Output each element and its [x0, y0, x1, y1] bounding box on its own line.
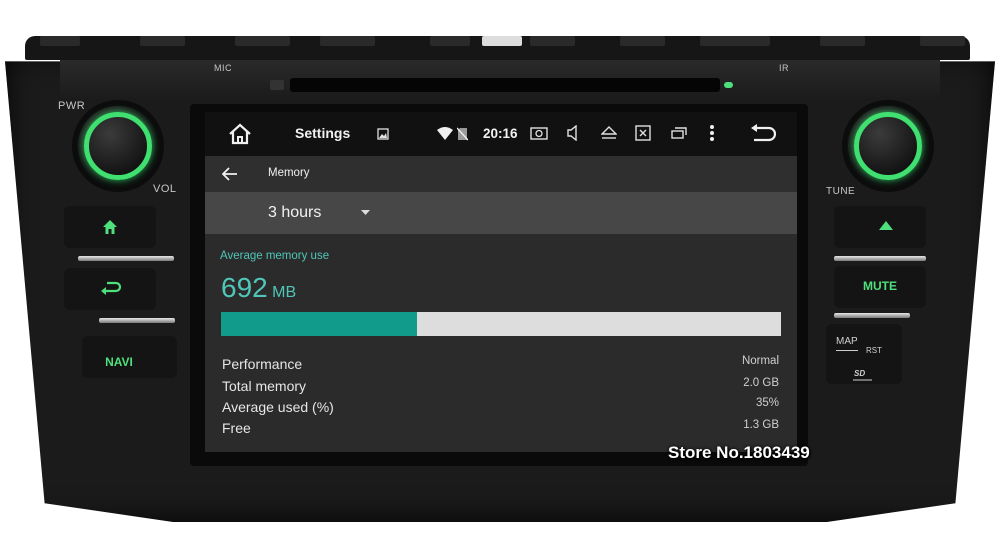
mute-label: MUTE — [863, 279, 897, 293]
top-clip — [430, 36, 470, 46]
top-clip — [320, 36, 375, 46]
top-clip — [620, 36, 665, 46]
top-clip — [820, 36, 865, 46]
row-value-average-used: 35% — [755, 397, 779, 409]
top-clip — [530, 36, 575, 46]
pwr-label: PWR — [58, 100, 86, 112]
hw-divider — [99, 318, 175, 323]
row-value-total-memory: 2.0 GB — [743, 377, 779, 389]
hw-mute-button[interactable]: MUTE — [834, 266, 926, 308]
memory-value: 692 MB — [221, 272, 296, 304]
row-label-performance: Performance — [222, 356, 303, 372]
memory-usage-bar — [221, 312, 781, 336]
top-clip — [235, 36, 290, 46]
hw-navi-button[interactable]: NAVI — [82, 336, 177, 378]
ir-led — [724, 82, 733, 88]
rst-label: RST — [866, 346, 882, 355]
top-clip — [700, 36, 770, 46]
wifi-icon — [437, 127, 453, 140]
memory-number: 692 — [221, 272, 268, 303]
row-label-average-used: Average used (%) — [222, 399, 334, 415]
top-clip — [40, 36, 80, 46]
row-label-free: Free — [222, 420, 251, 436]
time-range-spinner[interactable]: 3 hours — [205, 192, 797, 234]
sd-card-icon: SD — [853, 369, 872, 381]
page-title: Memory — [268, 167, 310, 179]
store-watermark: Store No.1803439 — [668, 443, 810, 462]
back-arrow-icon[interactable] — [222, 167, 238, 181]
map-underline — [836, 350, 858, 351]
top-clip — [920, 36, 965, 46]
volume-knob-ring — [84, 112, 152, 180]
recent-apps-icon[interactable] — [671, 127, 687, 139]
section-title: Average memory use — [220, 250, 330, 262]
map-label: MAP — [836, 336, 858, 347]
home-icon[interactable] — [227, 123, 253, 145]
hw-divider — [834, 313, 910, 318]
ir-label: IR — [779, 63, 789, 73]
row-value-free: 1.3 GB — [743, 419, 779, 431]
dropdown-arrow-icon — [361, 210, 370, 215]
android-screen: Settings 20:16 Memory 3 hours Average me… — [205, 112, 797, 452]
disc-slot[interactable] — [290, 78, 720, 92]
spinner-selected: 3 hours — [268, 204, 322, 221]
mic-hole — [270, 80, 284, 90]
eject-icon[interactable] — [601, 126, 617, 140]
status-title: Settings — [295, 125, 351, 141]
vol-label: VOL — [153, 183, 177, 195]
hw-home-button[interactable] — [64, 206, 156, 248]
row-value-performance: Normal — [741, 355, 779, 367]
status-bar: Settings 20:16 — [205, 112, 797, 156]
tune-knob-ring — [854, 112, 922, 180]
hw-eject-button[interactable] — [834, 206, 926, 248]
svg-text:SD: SD — [854, 369, 865, 378]
hw-divider — [78, 256, 174, 261]
memory-unit: MB — [272, 284, 297, 301]
status-time: 20:16 — [483, 126, 518, 141]
image-icon — [377, 128, 389, 140]
top-clip — [482, 36, 522, 46]
close-window-icon[interactable] — [635, 125, 651, 141]
memory-usage-fill — [221, 312, 417, 336]
back-arrow-icon — [101, 281, 122, 295]
memory-content: Average memory use 692 MB Performance No… — [205, 234, 797, 452]
sd-card-slot[interactable]: SD — [852, 368, 874, 389]
eject-icon — [879, 221, 893, 230]
back-icon[interactable] — [750, 124, 776, 144]
no-sim-icon — [457, 127, 468, 141]
overflow-menu-icon[interactable] — [709, 124, 715, 142]
app-bar: Memory — [205, 156, 797, 192]
screenshot-icon[interactable] — [530, 126, 548, 140]
tune-knob[interactable] — [848, 106, 928, 186]
top-clip — [140, 36, 185, 46]
volume-icon[interactable] — [567, 125, 581, 141]
hw-back-button[interactable] — [64, 268, 156, 310]
tune-label: TUNE — [826, 186, 856, 197]
row-label-total-memory: Total memory — [222, 378, 307, 394]
navi-label: NAVI — [105, 355, 133, 369]
volume-knob[interactable] — [78, 106, 158, 186]
mic-label: MIC — [214, 63, 232, 73]
home-icon — [103, 220, 117, 234]
hw-divider — [834, 256, 926, 261]
